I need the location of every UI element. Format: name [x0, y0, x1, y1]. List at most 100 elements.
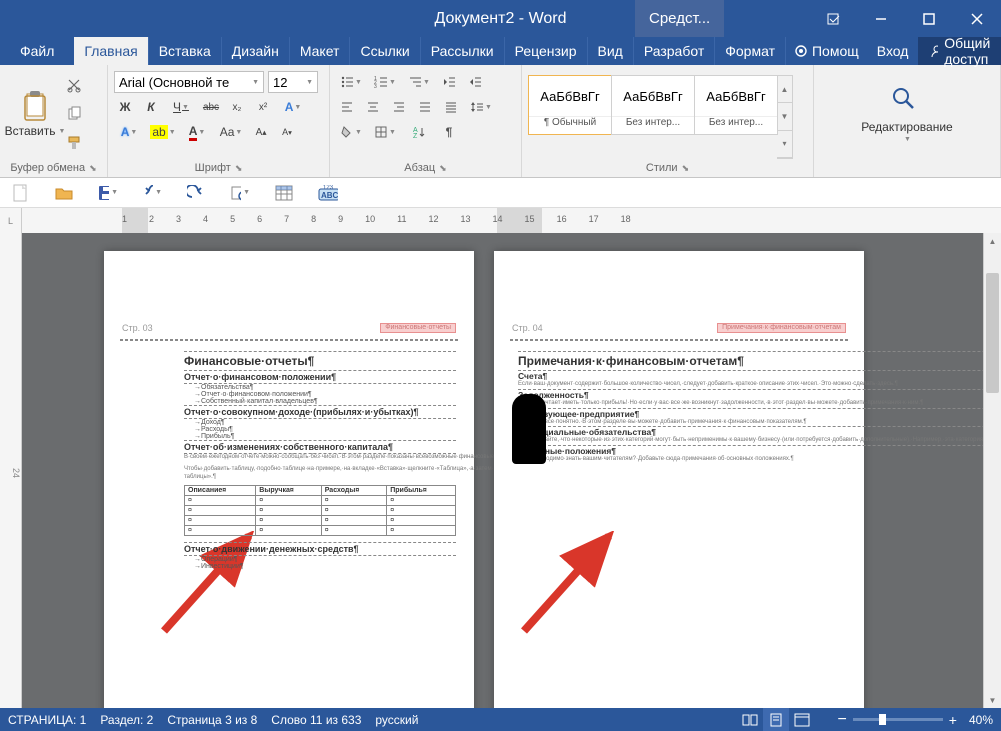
tab-mailings[interactable]: Рассылки	[421, 37, 505, 65]
editing-button[interactable]: Редактирование ▼	[820, 69, 994, 159]
tab-view[interactable]: Вид	[588, 37, 634, 65]
paste-button[interactable]: Вставить▼	[6, 69, 64, 159]
new-doc-icon[interactable]	[10, 183, 30, 203]
print-preview-icon[interactable]: ▼	[230, 183, 250, 203]
maximize-button[interactable]	[905, 0, 953, 37]
status-page[interactable]: СТРАНИЦА: 1	[8, 713, 86, 727]
tab-design[interactable]: Дизайн	[222, 37, 290, 65]
status-section[interactable]: Раздел: 2	[100, 713, 153, 727]
styles-expand-icon[interactable]: ▾	[777, 131, 792, 158]
cut-icon[interactable]	[66, 77, 84, 93]
underline-button[interactable]: Ч▼	[166, 96, 196, 118]
tab-layout[interactable]: Макет	[290, 37, 351, 65]
style-item-nospacing2[interactable]: АаБбВвГг Без интер...	[694, 75, 778, 135]
style-item-normal[interactable]: АаБбВвГг ¶ Обычный	[528, 75, 612, 135]
tell-me[interactable]: Помощ	[786, 37, 867, 65]
share-button[interactable]: Общий доступ	[918, 37, 1001, 65]
font-size-combo[interactable]: 12▼	[268, 71, 318, 93]
group-label-font: Шрифт	[195, 162, 231, 174]
status-language[interactable]: русский	[375, 713, 418, 727]
style-item-nospacing1[interactable]: АаБбВвГг Без интер...	[611, 75, 695, 135]
zoom-slider[interactable]	[853, 718, 943, 721]
svg-text:ABC: ABC	[321, 191, 338, 200]
font-family-combo[interactable]: Arial (Основной те▼	[114, 71, 264, 93]
save-icon[interactable]: ▼	[98, 183, 118, 203]
scrollbar-thumb[interactable]	[986, 273, 999, 393]
zoom-out-button[interactable]: −	[837, 711, 846, 729]
highlight-button[interactable]: ab▼	[148, 121, 178, 143]
align-center-button[interactable]	[362, 96, 384, 118]
grow-font-button[interactable]: A▴	[250, 121, 272, 143]
decrease-indent-button[interactable]	[438, 71, 460, 93]
view-web-icon[interactable]	[789, 708, 815, 731]
strikethrough-button[interactable]: abc	[200, 96, 222, 118]
distribute-button[interactable]	[440, 96, 462, 118]
styles-gallery[interactable]: АаБбВвГг ¶ Обычный АаБбВвГг Без интер...…	[528, 75, 793, 159]
view-read-icon[interactable]	[737, 708, 763, 731]
font-color-button[interactable]: A▼	[182, 121, 212, 143]
tab-file[interactable]: Файл	[0, 37, 74, 65]
text-effects-button[interactable]: A▼	[278, 96, 308, 118]
scroll-down-icon[interactable]: ▼	[984, 692, 1001, 708]
styles-scroll-down-icon[interactable]: ▼	[777, 103, 792, 130]
view-print-icon[interactable]	[763, 708, 789, 731]
vertical-scrollbar[interactable]: ▲ ▼	[983, 233, 1001, 708]
multilevel-button[interactable]: ▼	[404, 71, 434, 93]
redo-icon[interactable]	[186, 183, 206, 203]
change-case-button[interactable]: Aa▼	[216, 121, 246, 143]
annotation-arrow-2	[514, 531, 624, 641]
close-button[interactable]	[953, 0, 1001, 37]
word-count-icon[interactable]: ABC123	[318, 183, 338, 203]
tab-developer[interactable]: Разработ	[634, 37, 715, 65]
font-glow-button[interactable]: A▼	[114, 121, 144, 143]
tab-format[interactable]: Формат	[715, 37, 786, 65]
status-page-of[interactable]: Страница 3 из 8	[167, 713, 257, 727]
insert-table-icon[interactable]	[274, 183, 294, 203]
borders-button[interactable]: ▼	[370, 121, 400, 143]
bullets-button[interactable]: ▼	[336, 71, 366, 93]
styles-scroll-up-icon[interactable]: ▲	[777, 76, 792, 103]
tab-review[interactable]: Рецензир	[505, 37, 588, 65]
shading-button[interactable]: ▼	[336, 121, 366, 143]
numbering-button[interactable]: 123▼	[370, 71, 400, 93]
group-label-clipboard: Буфер обмена	[10, 162, 85, 174]
signin-link[interactable]: Вход	[867, 37, 919, 65]
subscript-button[interactable]: x₂	[226, 96, 248, 118]
superscript-button[interactable]: x²	[252, 96, 274, 118]
clipboard-launcher-icon[interactable]: ⬊	[89, 163, 97, 174]
svg-text:3: 3	[374, 84, 377, 89]
horizontal-ruler[interactable]: 123456789101112131415161718	[22, 208, 1001, 233]
zoom-level[interactable]: 40%	[969, 713, 993, 727]
sort-button[interactable]: AZ	[404, 121, 434, 143]
align-right-button[interactable]	[388, 96, 410, 118]
group-label-styles: Стили	[646, 162, 678, 174]
ribbon-options-icon[interactable]	[809, 0, 857, 37]
page-3[interactable]: Стр. 03 Финансовые·отчеты Финансовые·отч…	[104, 251, 474, 708]
minimize-button[interactable]	[857, 0, 905, 37]
align-left-button[interactable]	[336, 96, 358, 118]
save-icon[interactable]	[8, 12, 22, 26]
show-marks-button[interactable]: ¶	[438, 121, 460, 143]
undo-icon[interactable]: ▼	[142, 183, 162, 203]
scroll-up-icon[interactable]: ▲	[984, 233, 1001, 249]
open-icon[interactable]	[54, 183, 74, 203]
tab-home[interactable]: Главная	[74, 37, 148, 65]
paragraph-launcher-icon[interactable]: ⬊	[439, 163, 447, 174]
page-4[interactable]: Стр. 04 Примечания·к·финансовым·отчетам …	[494, 251, 864, 708]
increase-indent-button[interactable]	[464, 71, 486, 93]
status-words[interactable]: Слово 11 из 633	[271, 713, 361, 727]
vertical-ruler[interactable]: 24	[0, 233, 22, 708]
tab-references[interactable]: Ссылки	[350, 37, 420, 65]
tab-insert[interactable]: Вставка	[149, 37, 222, 65]
styles-launcher-icon[interactable]: ⬊	[682, 163, 690, 174]
format-painter-icon[interactable]	[66, 135, 84, 151]
zoom-in-button[interactable]: +	[949, 712, 957, 728]
font-launcher-icon[interactable]: ⬊	[235, 163, 243, 174]
contextual-tab-tools[interactable]: Средст...	[635, 0, 724, 37]
italic-button[interactable]: К	[140, 96, 162, 118]
bold-button[interactable]: Ж	[114, 96, 136, 118]
justify-button[interactable]	[414, 96, 436, 118]
copy-icon[interactable]	[66, 106, 84, 122]
line-spacing-button[interactable]: ▼	[466, 96, 496, 118]
shrink-font-button[interactable]: A▾	[276, 121, 298, 143]
